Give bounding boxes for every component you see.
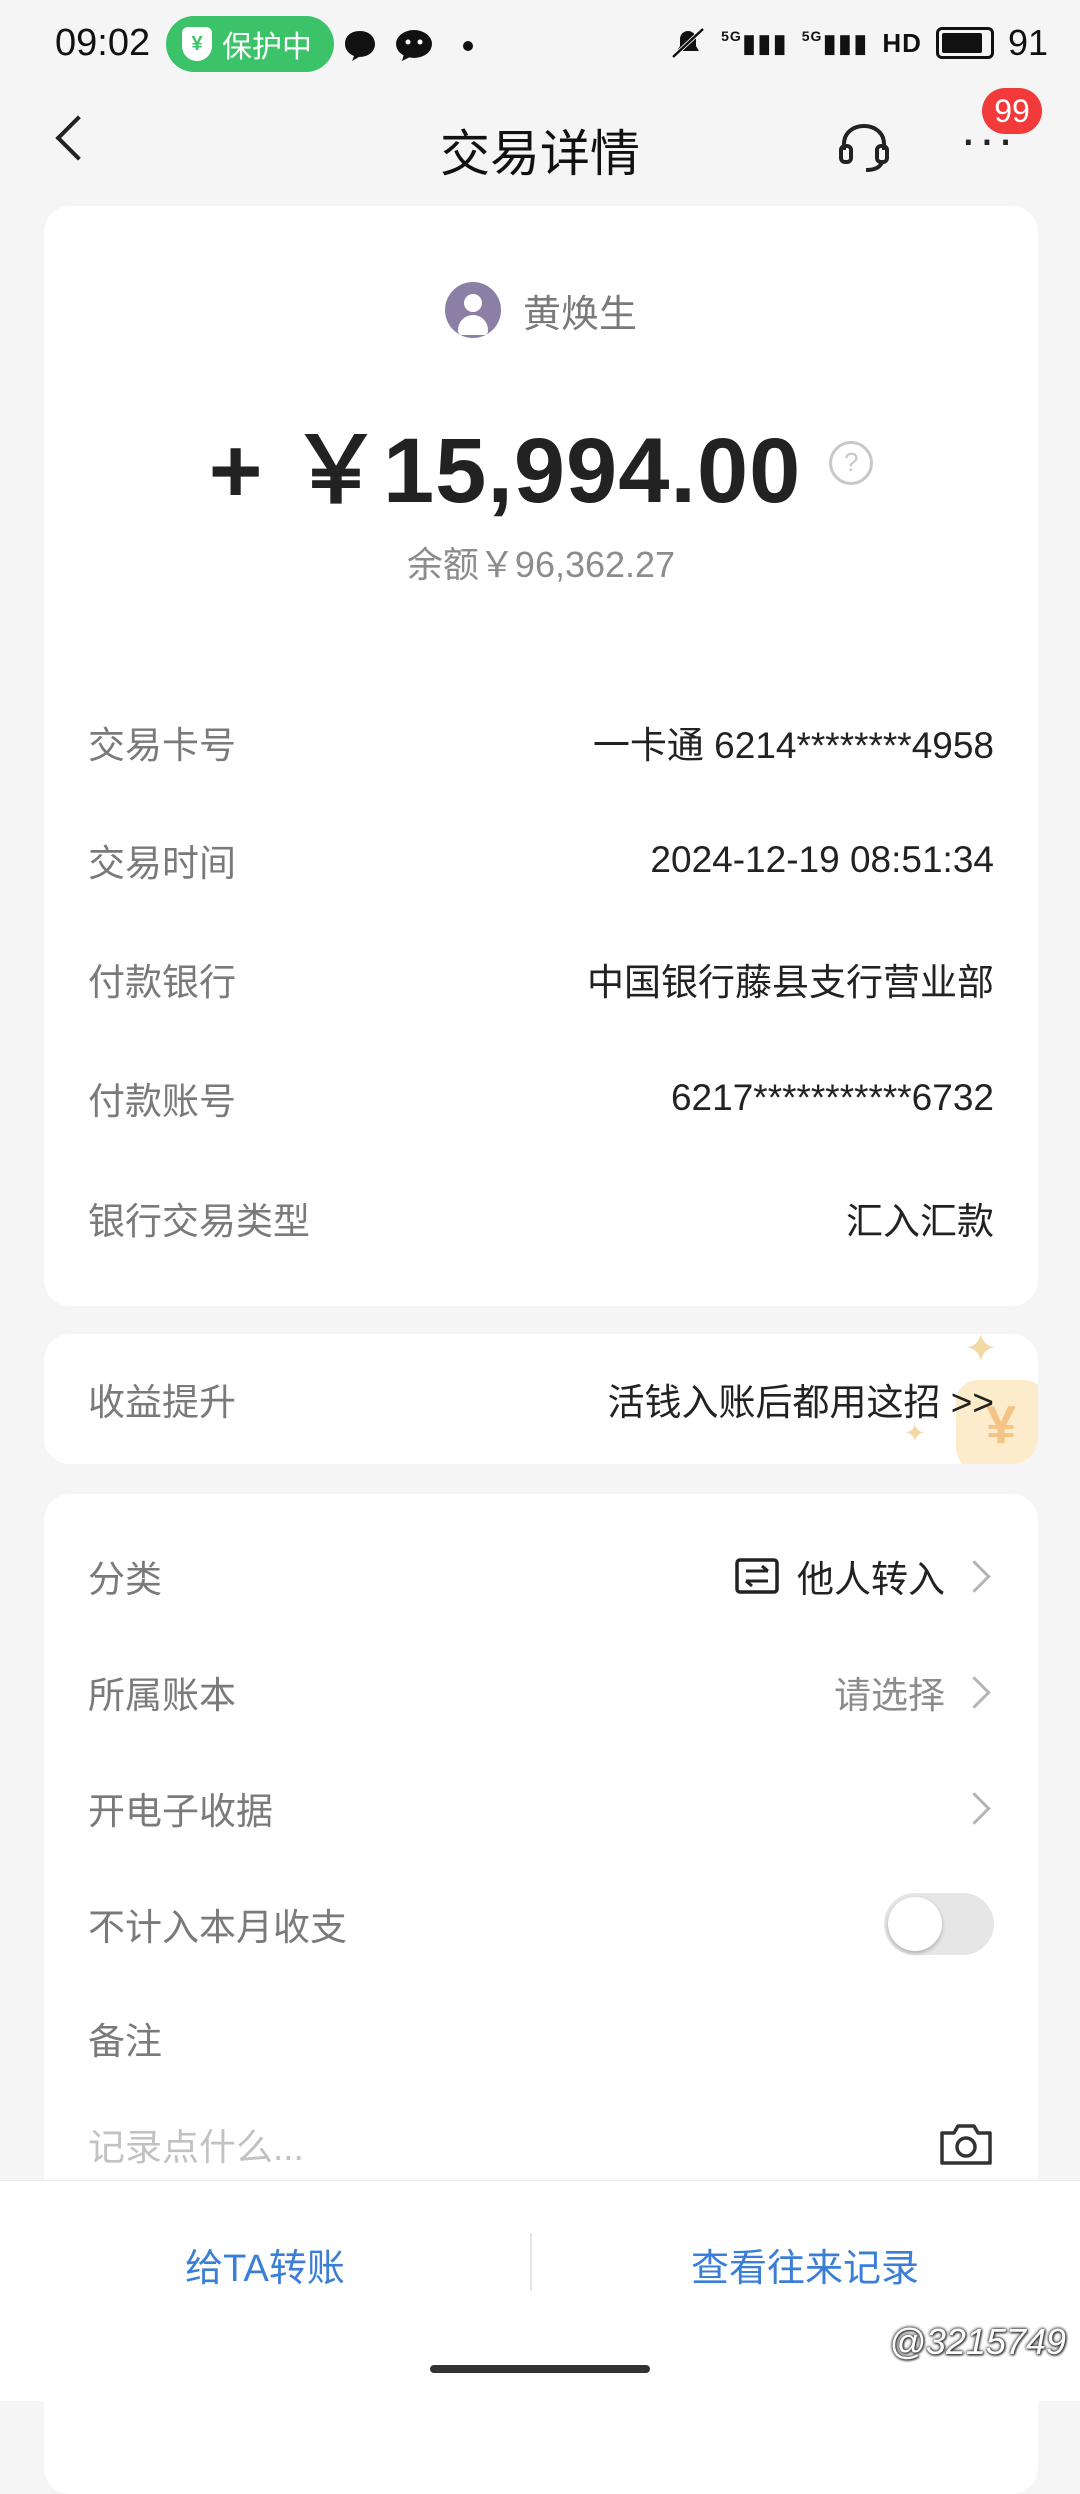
exclude-toggle[interactable] (884, 1893, 994, 1955)
detail-label: 交易时间 (88, 843, 236, 884)
notification-dot-icon (463, 41, 473, 51)
sparkle-icon: ✦ (964, 1334, 998, 1371)
notification-badge: 99 (982, 88, 1042, 134)
ledger-label: 所属账本 (88, 1675, 236, 1716)
detail-label: 付款银行 (88, 962, 236, 1003)
detail-label: 银行交易类型 (88, 1201, 310, 1242)
chevron-right-icon (958, 1791, 991, 1825)
ledger-value: 请选择 (834, 1675, 945, 1716)
chevron-right-icon (958, 1559, 991, 1593)
payer-info: 黄焕生 (44, 282, 1038, 338)
view-history-button[interactable]: 查看往来记录 (530, 2237, 1080, 2292)
exclude-row: 不计入本月收支 (88, 1893, 994, 1955)
wechat-icon (396, 30, 432, 61)
detail-row-payer-bank: 付款银行 中国银行藤县支行营业部 (88, 949, 994, 1009)
ledger-row[interactable]: 所属账本 请选择 (88, 1662, 994, 1722)
chevron-right-icon (958, 1675, 991, 1709)
receipt-chevron-group (958, 1791, 994, 1825)
detail-value: 汇入汇款 (846, 1201, 994, 1242)
category-value-group: 他人转入 (735, 1549, 994, 1603)
status-bar: 09:02 ¥ 保护中 5G▮▮▮ 5G▮▮▮ HD 91 (0, 0, 1080, 92)
bottom-action-bar: 给TA转账 查看往来记录 @3215749 (0, 2180, 1080, 2401)
chat-bubble-icon (345, 31, 375, 61)
detail-value: 一卡通 6214********4958 (592, 725, 994, 766)
protection-label: 保护中 (222, 31, 312, 64)
detail-row-time: 交易时间 2024-12-19 08:51:34 (88, 830, 994, 890)
status-time: 09:02 (55, 22, 151, 64)
payer-name: 黄焕生 (522, 293, 637, 336)
exclude-label: 不计入本月收支 (88, 1907, 347, 1948)
shield-icon: ¥ (182, 27, 212, 61)
detail-value: 2024-12-19 08:51:34 (650, 839, 994, 880)
category-row[interactable]: 分类 他人转入 (88, 1546, 994, 1606)
camera-icon[interactable] (938, 2121, 994, 2167)
note-placeholder: 记录点什么... (88, 2127, 304, 2168)
avatar (444, 282, 501, 338)
receipt-label: 开电子收据 (88, 1791, 273, 1832)
category-label: 分类 (88, 1559, 162, 1600)
note-input[interactable]: 记录点什么... (88, 2114, 994, 2174)
note-label: 备注 (88, 2021, 162, 2062)
hd-label: HD (882, 27, 922, 58)
promo-link[interactable]: 活钱入账后都用这招 >> (608, 1372, 995, 1426)
home-indicator[interactable] (430, 2365, 650, 2373)
battery-level: 91 (1007, 22, 1048, 63)
status-indicators: 5G▮▮▮ 5G▮▮▮ HD 91 (669, 22, 1048, 64)
promo-card[interactable]: ✦ ✦ ¥ 收益提升 活钱入账后都用这招 >> (44, 1334, 1038, 1464)
transfer-arrows-icon (735, 1558, 779, 1594)
protection-pill: ¥ 保护中 (166, 16, 334, 72)
network-type-1: 5G (721, 27, 742, 44)
detail-row-card-number: 交易卡号 一卡通 6214********4958 (88, 712, 994, 772)
help-icon[interactable]: ? (829, 440, 874, 485)
detail-row-transaction-type: 银行交易类型 汇入汇款 (88, 1188, 994, 1248)
transaction-card: 黄焕生 + ￥15,994.00 ? 余额￥96,362.27 交易卡号 一卡通… (44, 206, 1038, 1306)
toggle-knob (888, 1897, 942, 1951)
promo-label: 收益提升 (88, 1382, 236, 1423)
network-type-2: 5G (801, 27, 823, 44)
page-title: 交易详情 (440, 126, 640, 182)
category-value: 他人转入 (797, 1559, 945, 1600)
note-label-row: 备注 (88, 2008, 994, 2068)
amount-row: + ￥15,994.00 ? (44, 396, 1038, 529)
watermark: @3215749 (889, 2321, 1066, 2362)
transfer-button[interactable]: 给TA转账 (0, 2237, 530, 2292)
detail-row-payer-account: 付款账号 6217***********6732 (88, 1068, 994, 1128)
mute-bell-icon (671, 27, 705, 59)
detail-label: 交易卡号 (88, 725, 236, 766)
receipt-row[interactable]: 开电子收据 (88, 1778, 994, 1838)
promo-row[interactable]: 收益提升 活钱入账后都用这招 >> (88, 1369, 994, 1429)
detail-value: 6217***********6732 (670, 1077, 994, 1118)
signal-2-icon: 5G▮▮▮ (801, 27, 869, 58)
ledger-value-group: 请选择 (834, 1665, 994, 1719)
signal-1-icon: 5G▮▮▮ (721, 27, 788, 58)
customer-service-headset-icon[interactable] (836, 118, 892, 174)
detail-value: 中国银行藤县支行营业部 (587, 962, 994, 1003)
detail-label: 付款账号 (88, 1081, 236, 1122)
nav-header: 交易详情 ··· 99 (0, 88, 1080, 202)
account-balance: 余额￥96,362.27 (406, 544, 676, 585)
transaction-amount: + ￥15,994.00 (208, 420, 802, 522)
battery-icon (935, 27, 994, 59)
